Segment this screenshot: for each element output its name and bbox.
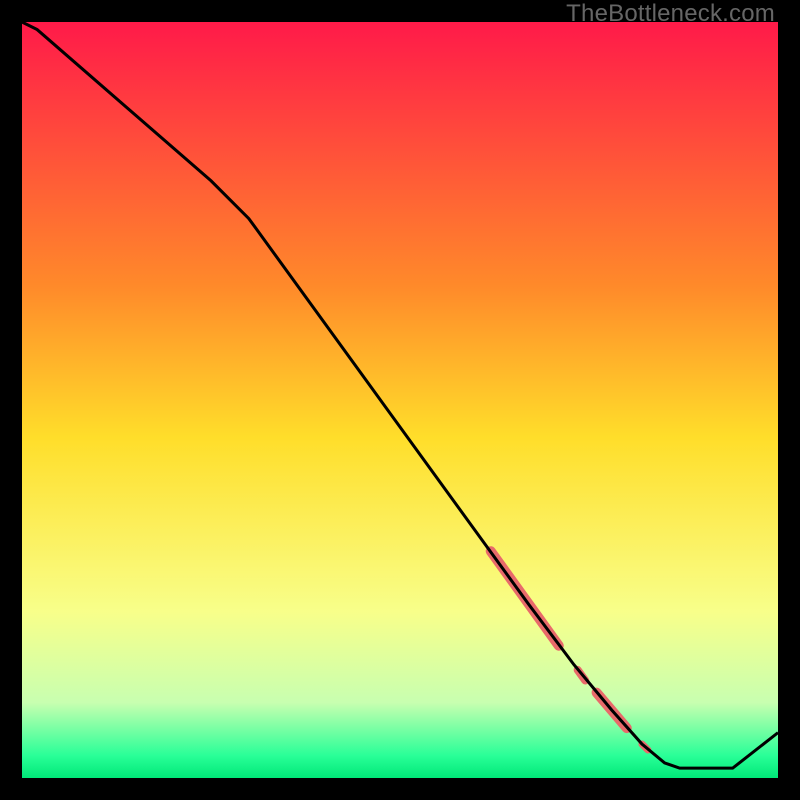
chart-plot-area <box>22 22 778 778</box>
chart-background-gradient <box>22 22 778 778</box>
chart-svg <box>22 22 778 778</box>
